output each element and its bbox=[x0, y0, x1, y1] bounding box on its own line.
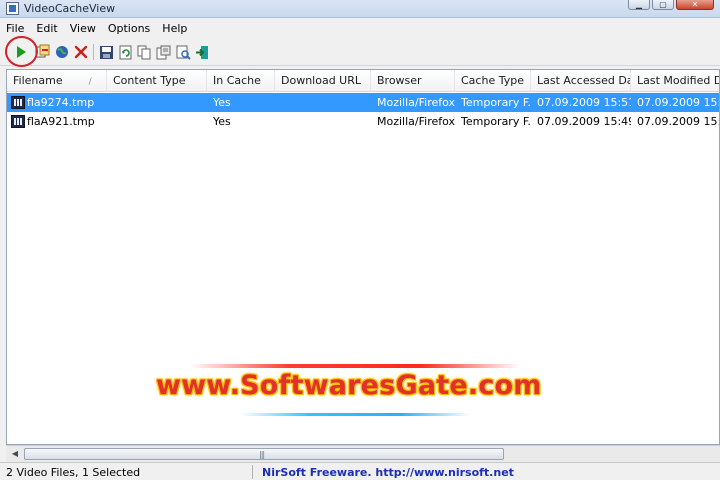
refresh-icon bbox=[119, 45, 131, 59]
find-button[interactable] bbox=[174, 43, 192, 61]
sort-indicator-icon: / bbox=[88, 77, 92, 87]
maximize-button[interactable]: ▢ bbox=[652, 0, 674, 10]
find-icon bbox=[176, 45, 191, 60]
column-header-content-type[interactable]: Content Type bbox=[107, 70, 207, 92]
cell-browser: Mozilla/Firefox bbox=[377, 96, 455, 109]
exit-icon bbox=[195, 45, 208, 59]
column-header-last-modified[interactable]: Last Modified Date bbox=[631, 70, 719, 92]
open-url-button[interactable] bbox=[53, 43, 71, 61]
nirsoft-link[interactable]: NirSoft Freeware. http://www.nirsoft.net bbox=[262, 466, 514, 479]
watermark-top-line bbox=[190, 364, 520, 368]
watermark-text: www.SoftwaresGate.com bbox=[156, 370, 542, 401]
cell-browser: Mozilla/Firefox bbox=[377, 115, 455, 128]
window-controls: ▁ ▢ ✕ bbox=[628, 0, 714, 10]
grip-icon: ||| bbox=[259, 450, 265, 459]
app-window: VideoCacheView ▁ ▢ ✕ File Edit View Opti… bbox=[0, 0, 720, 480]
exit-button[interactable] bbox=[193, 43, 211, 61]
menu-edit[interactable]: Edit bbox=[36, 22, 57, 35]
cell-filename: flaA921.tmp bbox=[27, 115, 95, 128]
minimize-button[interactable]: ▁ bbox=[628, 0, 650, 10]
save-icon bbox=[99, 45, 113, 59]
delete-button[interactable] bbox=[72, 43, 90, 61]
cell-last-modified: 07.09.2009 15:51:3 bbox=[637, 96, 720, 109]
scrollbar-thumb[interactable]: ||| bbox=[24, 448, 504, 460]
cell-download-url bbox=[275, 93, 371, 112]
status-summary: 2 Video Files, 1 Selected bbox=[6, 466, 141, 479]
column-header-in-cache[interactable]: In Cache bbox=[207, 70, 275, 92]
toolbar-separator bbox=[93, 44, 94, 60]
horizontal-scrollbar[interactable]: ◀ ||| bbox=[6, 445, 720, 462]
status-bar: 2 Video Files, 1 Selected NirSoft Freewa… bbox=[0, 462, 720, 480]
copy-button[interactable] bbox=[135, 43, 153, 61]
list-header: Filename / Content Type In Cache Download… bbox=[7, 70, 719, 92]
cell-in-cache: Yes bbox=[213, 115, 231, 128]
cell-cache-type: Temporary F... bbox=[461, 96, 531, 109]
menu-options[interactable]: Options bbox=[108, 22, 150, 35]
globe-icon bbox=[56, 46, 68, 58]
status-separator bbox=[252, 465, 253, 479]
menu-bar: File Edit View Options Help bbox=[0, 18, 720, 38]
column-header-browser[interactable]: Browser bbox=[371, 70, 455, 92]
properties-icon bbox=[156, 45, 170, 59]
menu-help[interactable]: Help bbox=[162, 22, 187, 35]
cell-filename: fla9274.tmp bbox=[27, 96, 95, 109]
column-header-filename[interactable]: Filename / bbox=[7, 70, 107, 92]
cell-last-modified: 07.09.2009 15:49:2 bbox=[637, 115, 720, 128]
toolbar bbox=[0, 38, 720, 66]
menu-view[interactable]: View bbox=[70, 22, 96, 35]
cell-download-url bbox=[275, 112, 371, 131]
highlight-annotation-circle bbox=[5, 36, 38, 67]
refresh-button[interactable] bbox=[116, 43, 134, 61]
menu-file[interactable]: File bbox=[6, 22, 24, 35]
cell-in-cache: Yes bbox=[213, 96, 231, 109]
save-button[interactable] bbox=[97, 43, 115, 61]
delete-icon bbox=[74, 45, 88, 59]
app-icon bbox=[6, 2, 19, 15]
column-header-last-accessed[interactable]: Last Accessed Date bbox=[531, 70, 631, 92]
table-row[interactable]: fla9274.tmp Yes Mozilla/Firefox Temporar… bbox=[7, 93, 720, 112]
watermark-bottom-line bbox=[240, 413, 470, 416]
copy-icon bbox=[137, 45, 150, 59]
scroll-left-icon[interactable]: ◀ bbox=[8, 448, 22, 460]
window-title: VideoCacheView bbox=[24, 2, 116, 15]
close-button[interactable]: ✕ bbox=[676, 0, 714, 10]
properties-button[interactable] bbox=[154, 43, 172, 61]
cell-last-accessed: 07.09.2009 15:51:30 bbox=[537, 96, 631, 109]
column-header-cache-type[interactable]: Cache Type bbox=[455, 70, 531, 92]
cell-last-accessed: 07.09.2009 15:49:25 bbox=[537, 115, 631, 128]
cell-content-type bbox=[107, 112, 207, 131]
title-bar[interactable]: VideoCacheView ▁ ▢ ✕ bbox=[0, 0, 720, 18]
column-header-label: Filename bbox=[13, 74, 63, 87]
cell-content-type bbox=[107, 93, 207, 112]
cell-cache-type: Temporary F... bbox=[461, 115, 531, 128]
column-header-download-url[interactable]: Download URL bbox=[275, 70, 371, 92]
table-row[interactable]: flaA921.tmp Yes Mozilla/Firefox Temporar… bbox=[7, 112, 720, 131]
watermark: www.SoftwaresGate.com bbox=[150, 358, 570, 448]
